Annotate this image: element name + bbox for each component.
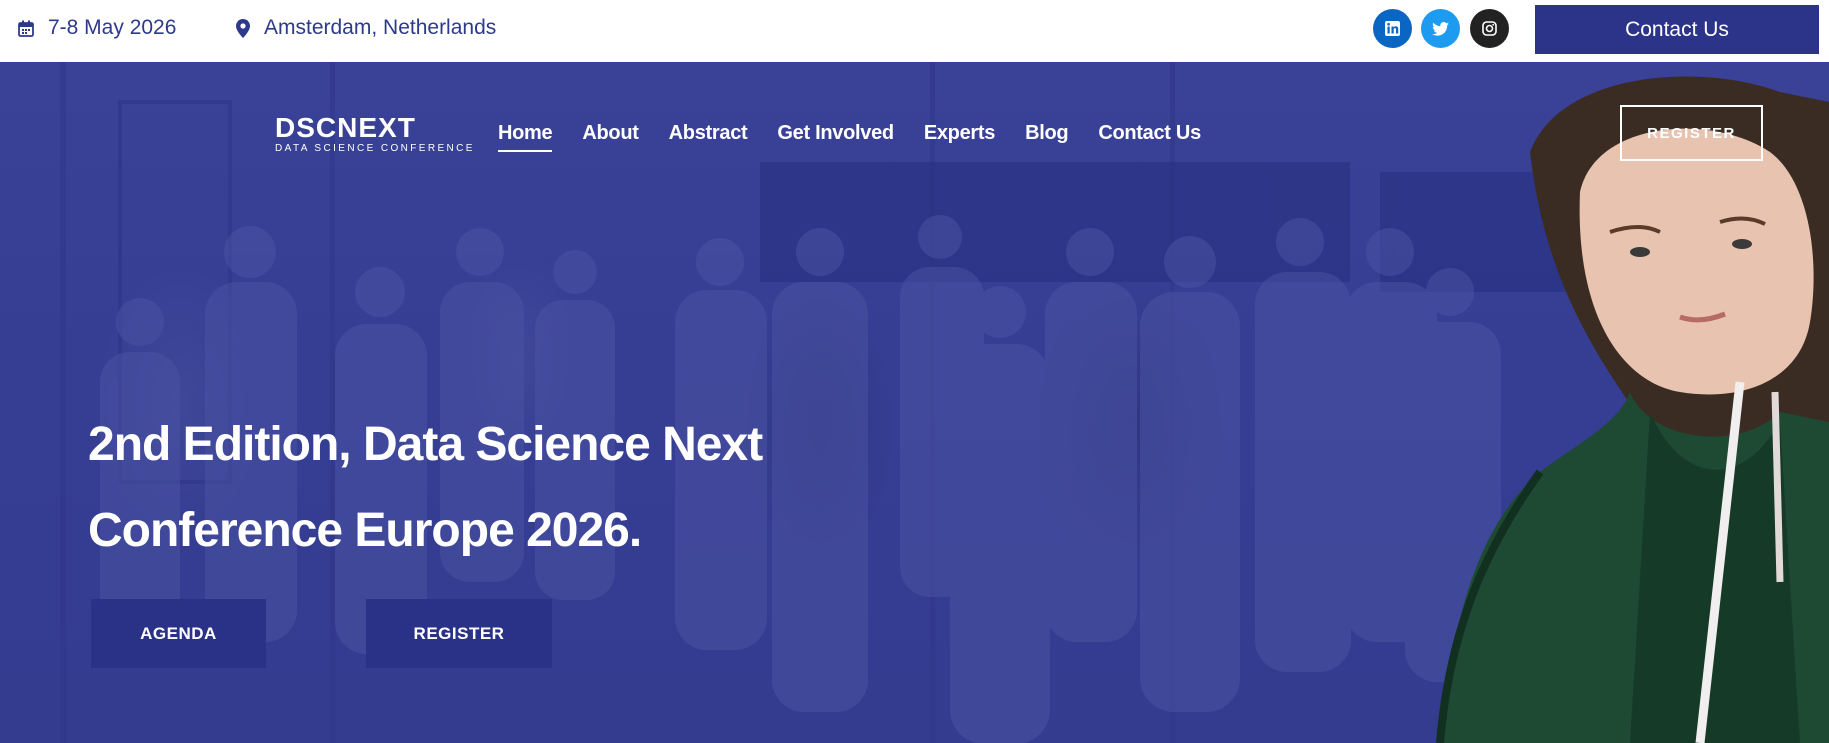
calendar-icon [18, 20, 34, 37]
top-bar: 7-8 May 2026 Amsterdam, Netherlands Cont… [0, 0, 1829, 62]
hero-title: 2nd Edition, Data Science Next Conferenc… [88, 402, 848, 574]
event-location: Amsterdam, Netherlands [236, 0, 496, 56]
hero-title-line2: Conference Europe 2026. [88, 504, 642, 557]
nav-home[interactable]: Home [498, 120, 553, 152]
nav-abstract[interactable]: Abstract [669, 120, 748, 150]
main-nav: Home About Abstract Get Involved Experts… [498, 120, 1231, 152]
hero-section: DSCNEXT DATA SCIENCE CONFERENCE Home Abo… [0, 62, 1829, 743]
nav-register-button[interactable]: REGISTER [1620, 105, 1763, 161]
nav-get-involved[interactable]: Get Involved [777, 120, 894, 150]
nav-about[interactable]: About [582, 120, 639, 150]
logo-tagline: DATA SCIENCE CONFERENCE [275, 143, 475, 154]
map-pin-icon [236, 18, 250, 38]
linkedin-icon [1385, 21, 1400, 36]
instagram-link[interactable] [1470, 9, 1509, 48]
instagram-icon [1482, 21, 1497, 36]
event-date: 7-8 May 2026 [18, 0, 176, 56]
hero-title-line1: 2nd Edition, Data Science Next [88, 418, 763, 471]
twitter-link[interactable] [1421, 9, 1460, 48]
twitter-icon [1432, 21, 1449, 36]
event-date-text: 7-8 May 2026 [48, 16, 177, 39]
logo-wordmark: DSCNEXT [275, 112, 416, 143]
hero-register-button[interactable]: REGISTER [366, 599, 552, 668]
event-location-text: Amsterdam, Netherlands [264, 16, 497, 39]
nav-experts[interactable]: Experts [924, 120, 996, 150]
agenda-button[interactable]: AGENDA [91, 599, 266, 668]
speaker-photo [1436, 76, 1829, 743]
nav-contact-us[interactable]: Contact Us [1098, 120, 1201, 150]
nav-blog[interactable]: Blog [1025, 120, 1069, 150]
dscnext-logo[interactable]: DSCNEXT DATA SCIENCE CONFERENCE [275, 114, 475, 155]
linkedin-link[interactable] [1373, 9, 1412, 48]
contact-us-button[interactable]: Contact Us [1535, 5, 1819, 54]
